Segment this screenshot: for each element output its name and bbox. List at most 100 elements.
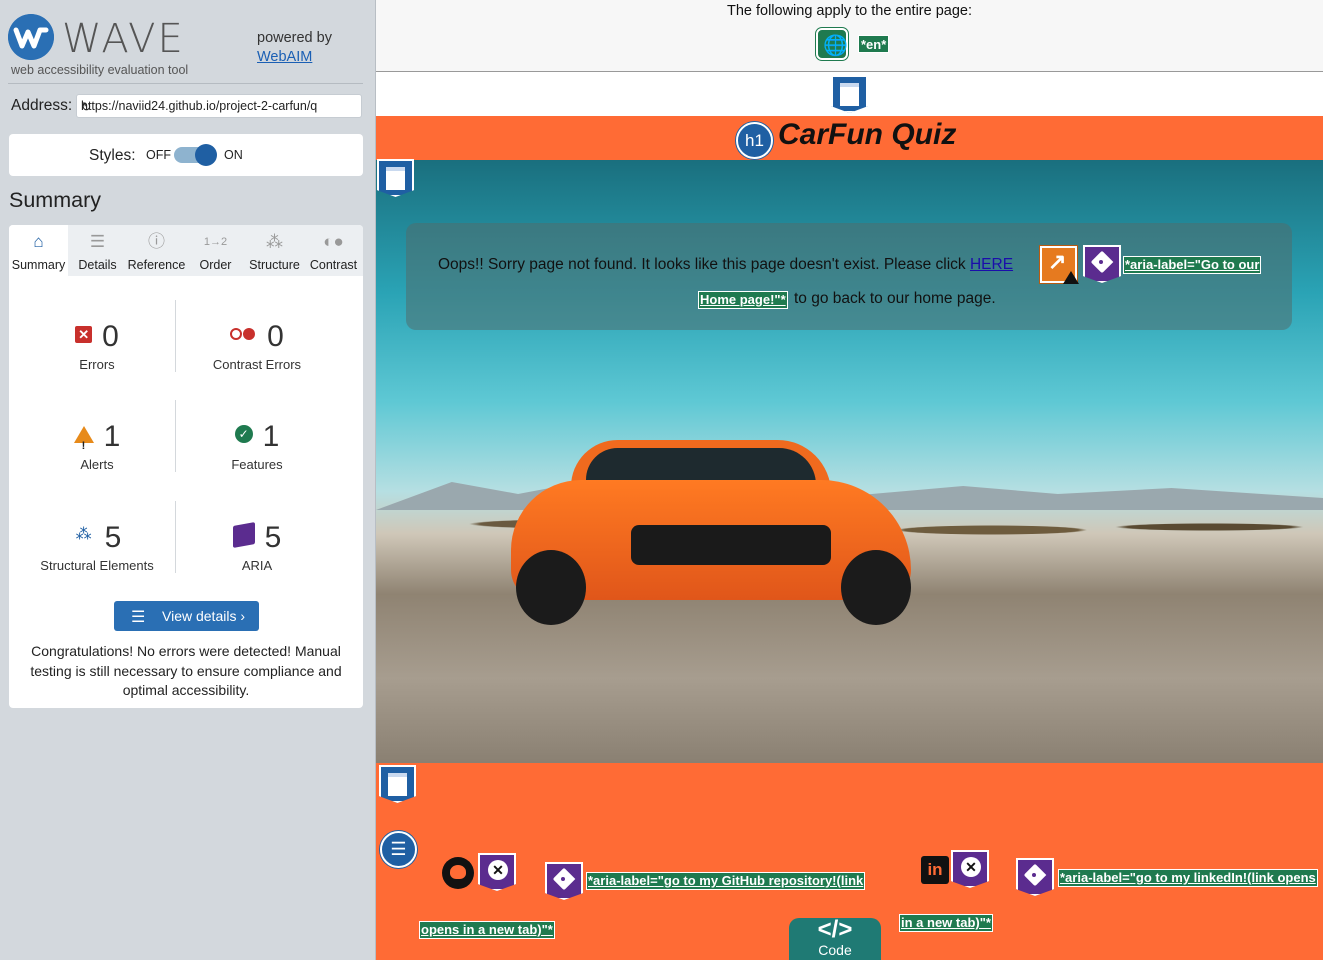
divider bbox=[8, 83, 363, 84]
linkedin-icon[interactable]: in bbox=[921, 856, 949, 884]
site-title: CarFun Quiz bbox=[778, 118, 957, 151]
redundant-link-alert-icon[interactable] bbox=[1040, 246, 1079, 284]
home-icon: ⌂ bbox=[33, 232, 44, 251]
summary-heading: Summary bbox=[9, 188, 101, 212]
stat-label: ARIA bbox=[241, 558, 273, 573]
document-level-bar: The following apply to the entire page: … bbox=[376, 0, 1323, 72]
summary-tabs: ⌂ Summary ☰ Details ⓘ Reference 1→2 Orde… bbox=[9, 225, 363, 276]
aria-label-tag: *aria-label="Go to our bbox=[1123, 256, 1262, 274]
stat-label: Features bbox=[231, 457, 283, 472]
home-link[interactable]: HERE bbox=[970, 256, 1013, 273]
stat-label: Errors bbox=[79, 357, 115, 372]
notice-text: Oops!! Sorry page not found. It looks li… bbox=[438, 256, 970, 273]
contrast-icon: ◐● bbox=[323, 232, 344, 251]
tab-label: Reference bbox=[127, 258, 186, 272]
summary-panel: ⌂ Summary ☰ Details ⓘ Reference 1→2 Orde… bbox=[9, 225, 363, 708]
powered-by: powered by WebAIM bbox=[257, 29, 332, 67]
page-preview: The following apply to the entire page: … bbox=[376, 0, 1323, 960]
logo-tagline: web accessibility evaluation tool bbox=[11, 63, 189, 77]
alert-icon: ! bbox=[73, 425, 94, 452]
wave-logo-icon bbox=[8, 14, 54, 60]
toggle-knob bbox=[195, 144, 217, 166]
tab-order[interactable]: 1→2 Order bbox=[186, 225, 245, 276]
stat-label: Structural Elements bbox=[40, 558, 154, 573]
code-label: Code bbox=[818, 942, 852, 958]
styles-on-label: ON bbox=[224, 148, 243, 162]
stat-value: 0 bbox=[267, 320, 284, 353]
error-icon: ✕ bbox=[75, 325, 93, 343]
styles-label: Styles: bbox=[89, 147, 136, 164]
code-icon: </> bbox=[817, 916, 853, 943]
stat-value: 0 bbox=[102, 320, 119, 353]
address-label: Address: bbox=[11, 97, 73, 114]
address-input[interactable]: https://naviid24.github.io/project-2-car… bbox=[76, 94, 362, 118]
reload-icon[interactable]: ↻ bbox=[81, 99, 335, 114]
stat-label: Contrast Errors bbox=[212, 357, 302, 372]
logo-text: WAVE bbox=[62, 16, 185, 62]
entire-page-text: The following apply to the entire page: bbox=[726, 3, 973, 19]
notice-after-text: to go back to our home page. bbox=[794, 290, 996, 307]
hidden-icon[interactable]: ✕ bbox=[478, 853, 516, 891]
tab-contrast[interactable]: ◐● Contrast bbox=[304, 225, 363, 276]
stat-errors[interactable]: ✕ 0 Errors bbox=[9, 320, 185, 372]
h1-icon[interactable]: h1 bbox=[736, 122, 773, 159]
aria-label-icon[interactable] bbox=[1016, 858, 1054, 896]
code-toggle-button[interactable]: </> Code bbox=[789, 918, 881, 960]
language-globe-icon[interactable]: 🌐 bbox=[816, 28, 848, 60]
wave-sidebar: WAVE web accessibility evaluation tool p… bbox=[0, 0, 376, 960]
stat-label: Alerts bbox=[80, 457, 114, 472]
stat-value: 5 bbox=[104, 521, 122, 554]
stat-contrast-errors[interactable]: 0 Contrast Errors bbox=[169, 320, 345, 372]
aria-label-tag: Home page!"* bbox=[698, 291, 788, 309]
github-icon[interactable] bbox=[442, 857, 474, 889]
styles-toggle[interactable] bbox=[174, 144, 217, 166]
orange-car-image bbox=[511, 440, 911, 630]
webaim-link[interactable]: WebAIM bbox=[257, 49, 312, 65]
aria-label-tag: opens in a new tab)"* bbox=[419, 921, 555, 939]
aria-label-tag: *aria-label="go to my GitHub repository!… bbox=[586, 872, 866, 890]
stat-aria[interactable]: 5 ARIA bbox=[169, 521, 345, 573]
header-structure-icon[interactable] bbox=[831, 75, 868, 113]
structure-icon: ⁂ bbox=[266, 232, 283, 251]
stat-features[interactable]: ✓ 1 Features bbox=[169, 420, 345, 472]
stat-value: 1 bbox=[103, 420, 121, 453]
footer-structure-icon[interactable] bbox=[379, 765, 416, 803]
tab-summary[interactable]: ⌂ Summary bbox=[9, 225, 68, 276]
aria-label-tag: *aria-label="go to my linkedIn!(link ope… bbox=[1058, 869, 1318, 887]
info-icon: ⓘ bbox=[148, 232, 165, 251]
address-bar: Address: https://naviid24.github.io/proj… bbox=[10, 94, 362, 118]
tab-structure[interactable]: ⁂ Structure bbox=[245, 225, 304, 276]
list-icon: ☰ bbox=[131, 609, 146, 626]
main-structure-icon[interactable] bbox=[377, 159, 414, 197]
structure-icon: ⁂ bbox=[75, 526, 92, 544]
unordered-list-icon[interactable]: ☰ bbox=[380, 831, 417, 868]
stat-structural-elements[interactable]: ⁂ 5 Structural Elements bbox=[9, 521, 185, 573]
tab-label: Structure bbox=[249, 258, 300, 272]
stat-alerts[interactable]: ! 1 Alerts bbox=[9, 420, 185, 472]
tab-label: Order bbox=[199, 258, 232, 272]
view-details-button[interactable]: ☰ View details › bbox=[114, 601, 259, 631]
tab-reference[interactable]: ⓘ Reference bbox=[127, 225, 186, 276]
styles-toggle-card: Styles: OFF ON bbox=[9, 134, 363, 176]
language-tag: *en* bbox=[858, 35, 890, 53]
hero-image: Oops!! Sorry page not found. It looks li… bbox=[376, 160, 1323, 763]
stat-value: 1 bbox=[262, 420, 280, 453]
order-icon: 1→2 bbox=[203, 236, 228, 248]
tab-details[interactable]: ☰ Details bbox=[68, 225, 127, 276]
feature-icon: ✓ bbox=[234, 425, 253, 444]
powered-by-label: powered by bbox=[257, 30, 332, 46]
contrast-error-icon bbox=[230, 328, 257, 341]
congrats-message: Congratulations! No errors were detected… bbox=[30, 643, 342, 698]
aria-label-icon[interactable] bbox=[545, 862, 583, 900]
list-icon: ☰ bbox=[89, 232, 106, 251]
wave-logo: WAVE web accessibility evaluation tool p… bbox=[8, 12, 368, 84]
notice-line-1: Oops!! Sorry page not found. It looks li… bbox=[438, 256, 1013, 274]
styles-off-label: OFF bbox=[146, 148, 171, 162]
hidden-icon[interactable]: ✕ bbox=[951, 850, 989, 888]
tab-label: Summary bbox=[11, 258, 66, 272]
aria-label-tag: in a new tab)"* bbox=[899, 914, 993, 932]
aria-icon bbox=[232, 522, 255, 549]
not-found-notice: Oops!! Sorry page not found. It looks li… bbox=[406, 223, 1292, 330]
aria-label-icon[interactable] bbox=[1083, 245, 1121, 283]
tab-label: Contrast bbox=[309, 258, 358, 272]
